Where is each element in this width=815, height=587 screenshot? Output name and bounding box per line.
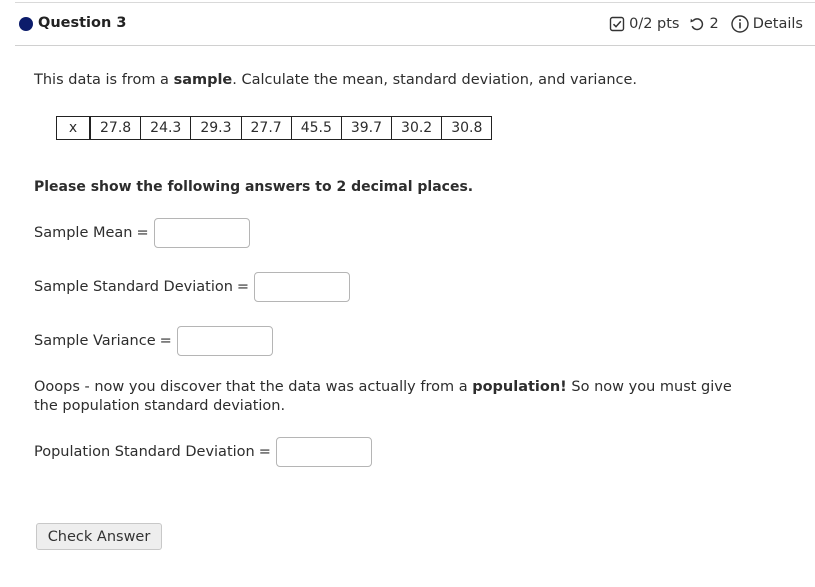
note-text-start: Ooops - now you discover that the data w… — [34, 379, 473, 395]
data-value: 30.8 — [441, 116, 493, 140]
info-icon[interactable] — [731, 15, 749, 33]
prompt-emphasis-sample: sample — [173, 72, 233, 88]
attempts-count: 2 — [709, 16, 719, 32]
data-value: 29.3 — [190, 116, 242, 140]
equals-sign: = — [159, 333, 172, 349]
prompt-text-end: . Calculate the mean, standard deviation… — [232, 72, 638, 88]
sample-mean-label: Sample Mean — [34, 225, 133, 241]
population-sd-input[interactable] — [275, 437, 372, 467]
question-status-dot-icon — [19, 17, 33, 31]
sample-mean-input[interactable] — [153, 218, 250, 248]
retry-icon — [689, 16, 705, 32]
checkbox-check-icon — [609, 16, 625, 32]
sample-sd-row: Sample Standard Deviation = — [34, 272, 351, 302]
points-label: 0/2 pts — [629, 16, 680, 32]
data-table-label: x — [56, 116, 91, 140]
population-sd-label: Population Standard Deviation — [34, 444, 255, 460]
details-link[interactable]: Details — [753, 16, 803, 32]
equals-sign: = — [258, 444, 271, 460]
sample-sd-label: Sample Standard Deviation — [34, 279, 233, 295]
prompt-text-start: This data is from a — [34, 72, 174, 88]
question-meta: 0/2 pts 2 Details — [609, 15, 803, 33]
population-note: Ooops - now you discover that the data w… — [34, 378, 754, 416]
question-header: Question 3 0/2 pts 2 Details — [15, 3, 815, 46]
data-value: 45.5 — [290, 116, 342, 140]
note-emphasis-population: population! — [472, 379, 567, 395]
instruction-text: Please show the following answers to 2 d… — [34, 179, 474, 195]
data-value: 39.7 — [340, 116, 393, 140]
sample-variance-row: Sample Variance = — [34, 326, 273, 356]
data-value: 27.7 — [240, 116, 292, 140]
data-value: 30.2 — [391, 116, 443, 140]
check-answer-button[interactable]: Check Answer — [36, 523, 162, 550]
data-value: 27.8 — [89, 116, 142, 140]
sample-mean-row: Sample Mean = — [34, 218, 250, 248]
population-sd-row: Population Standard Deviation = — [34, 437, 372, 467]
question-title: Question 3 — [38, 15, 127, 31]
data-table-row: x 27.8 24.3 29.3 27.7 45.5 39.7 30.2 30.… — [56, 116, 493, 140]
data-value: 24.3 — [140, 116, 192, 140]
sample-variance-input[interactable] — [176, 326, 273, 356]
sample-sd-input[interactable] — [254, 272, 351, 302]
equals-sign: = — [136, 225, 149, 241]
equals-sign: = — [236, 279, 250, 295]
question-prompt: This data is from a sample. Calculate th… — [34, 72, 637, 88]
sample-variance-label: Sample Variance — [34, 333, 156, 349]
data-table: x 27.8 24.3 29.3 27.7 45.5 39.7 30.2 30.… — [56, 116, 493, 140]
